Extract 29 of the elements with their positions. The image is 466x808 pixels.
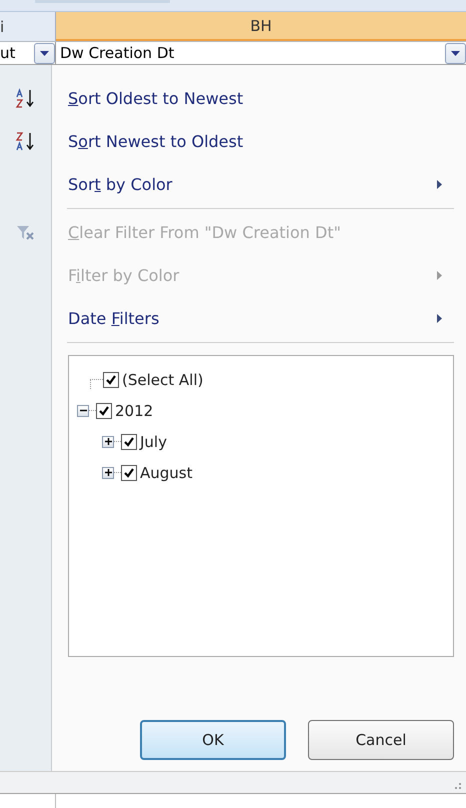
column-header: i [0, 12, 56, 41]
filter-dropdown-button[interactable] [445, 42, 466, 64]
menu-item[interactable]: Sort by Color [68, 175, 172, 194]
cancel-button[interactable]: Cancel [308, 720, 454, 760]
header-cell-text: Dw Creation Dt [60, 44, 174, 62]
menu-item[interactable]: Sort Oldest to Newest [68, 89, 244, 108]
clear-filter-icon [16, 224, 36, 242]
plus-icon [104, 468, 112, 477]
expand-toggle[interactable] [102, 466, 114, 478]
caret-icon [451, 50, 460, 56]
tree-item[interactable]: August [140, 464, 192, 482]
plus-icon [104, 437, 112, 446]
tree-item[interactable]: (Select All) [122, 370, 204, 388]
tree-item[interactable]: July [140, 432, 167, 450]
caret-icon [40, 50, 49, 56]
resize-grip-icon[interactable] [454, 782, 462, 790]
checkbox[interactable] [96, 402, 112, 418]
collapse-toggle[interactable] [77, 404, 89, 416]
ok-button[interactable]: OK [140, 720, 286, 760]
checkbox[interactable] [121, 434, 137, 450]
column-header: BH [56, 12, 466, 41]
filter-dropdown-button[interactable] [34, 42, 55, 64]
checkbox[interactable] [103, 372, 119, 388]
expand-toggle[interactable] [102, 436, 114, 448]
checkbox[interactable] [121, 464, 137, 480]
menu-item[interactable]: Date Filters [68, 309, 160, 328]
cell-text: ut [0, 44, 16, 62]
menu-item[interactable]: Sort Newest to Oldest [68, 132, 244, 151]
tree-item[interactable]: 2012 [115, 402, 154, 420]
